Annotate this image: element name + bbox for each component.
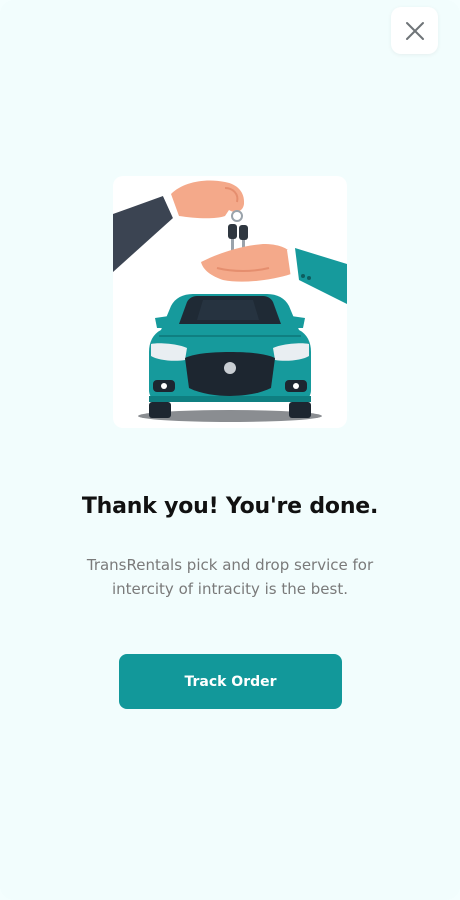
confirmation-description: TransRentals pick and drop service for i… <box>86 556 374 598</box>
car-key-handover-illustration <box>113 176 347 428</box>
order-confirmation-screen: Thank you! You're done. TransRentals pic… <box>0 0 460 900</box>
confirmation-title: Thank you! You're done. <box>81 494 379 519</box>
close-icon <box>405 21 424 40</box>
track-order-button[interactable]: Track Order <box>119 654 342 709</box>
close-button[interactable] <box>391 7 438 54</box>
